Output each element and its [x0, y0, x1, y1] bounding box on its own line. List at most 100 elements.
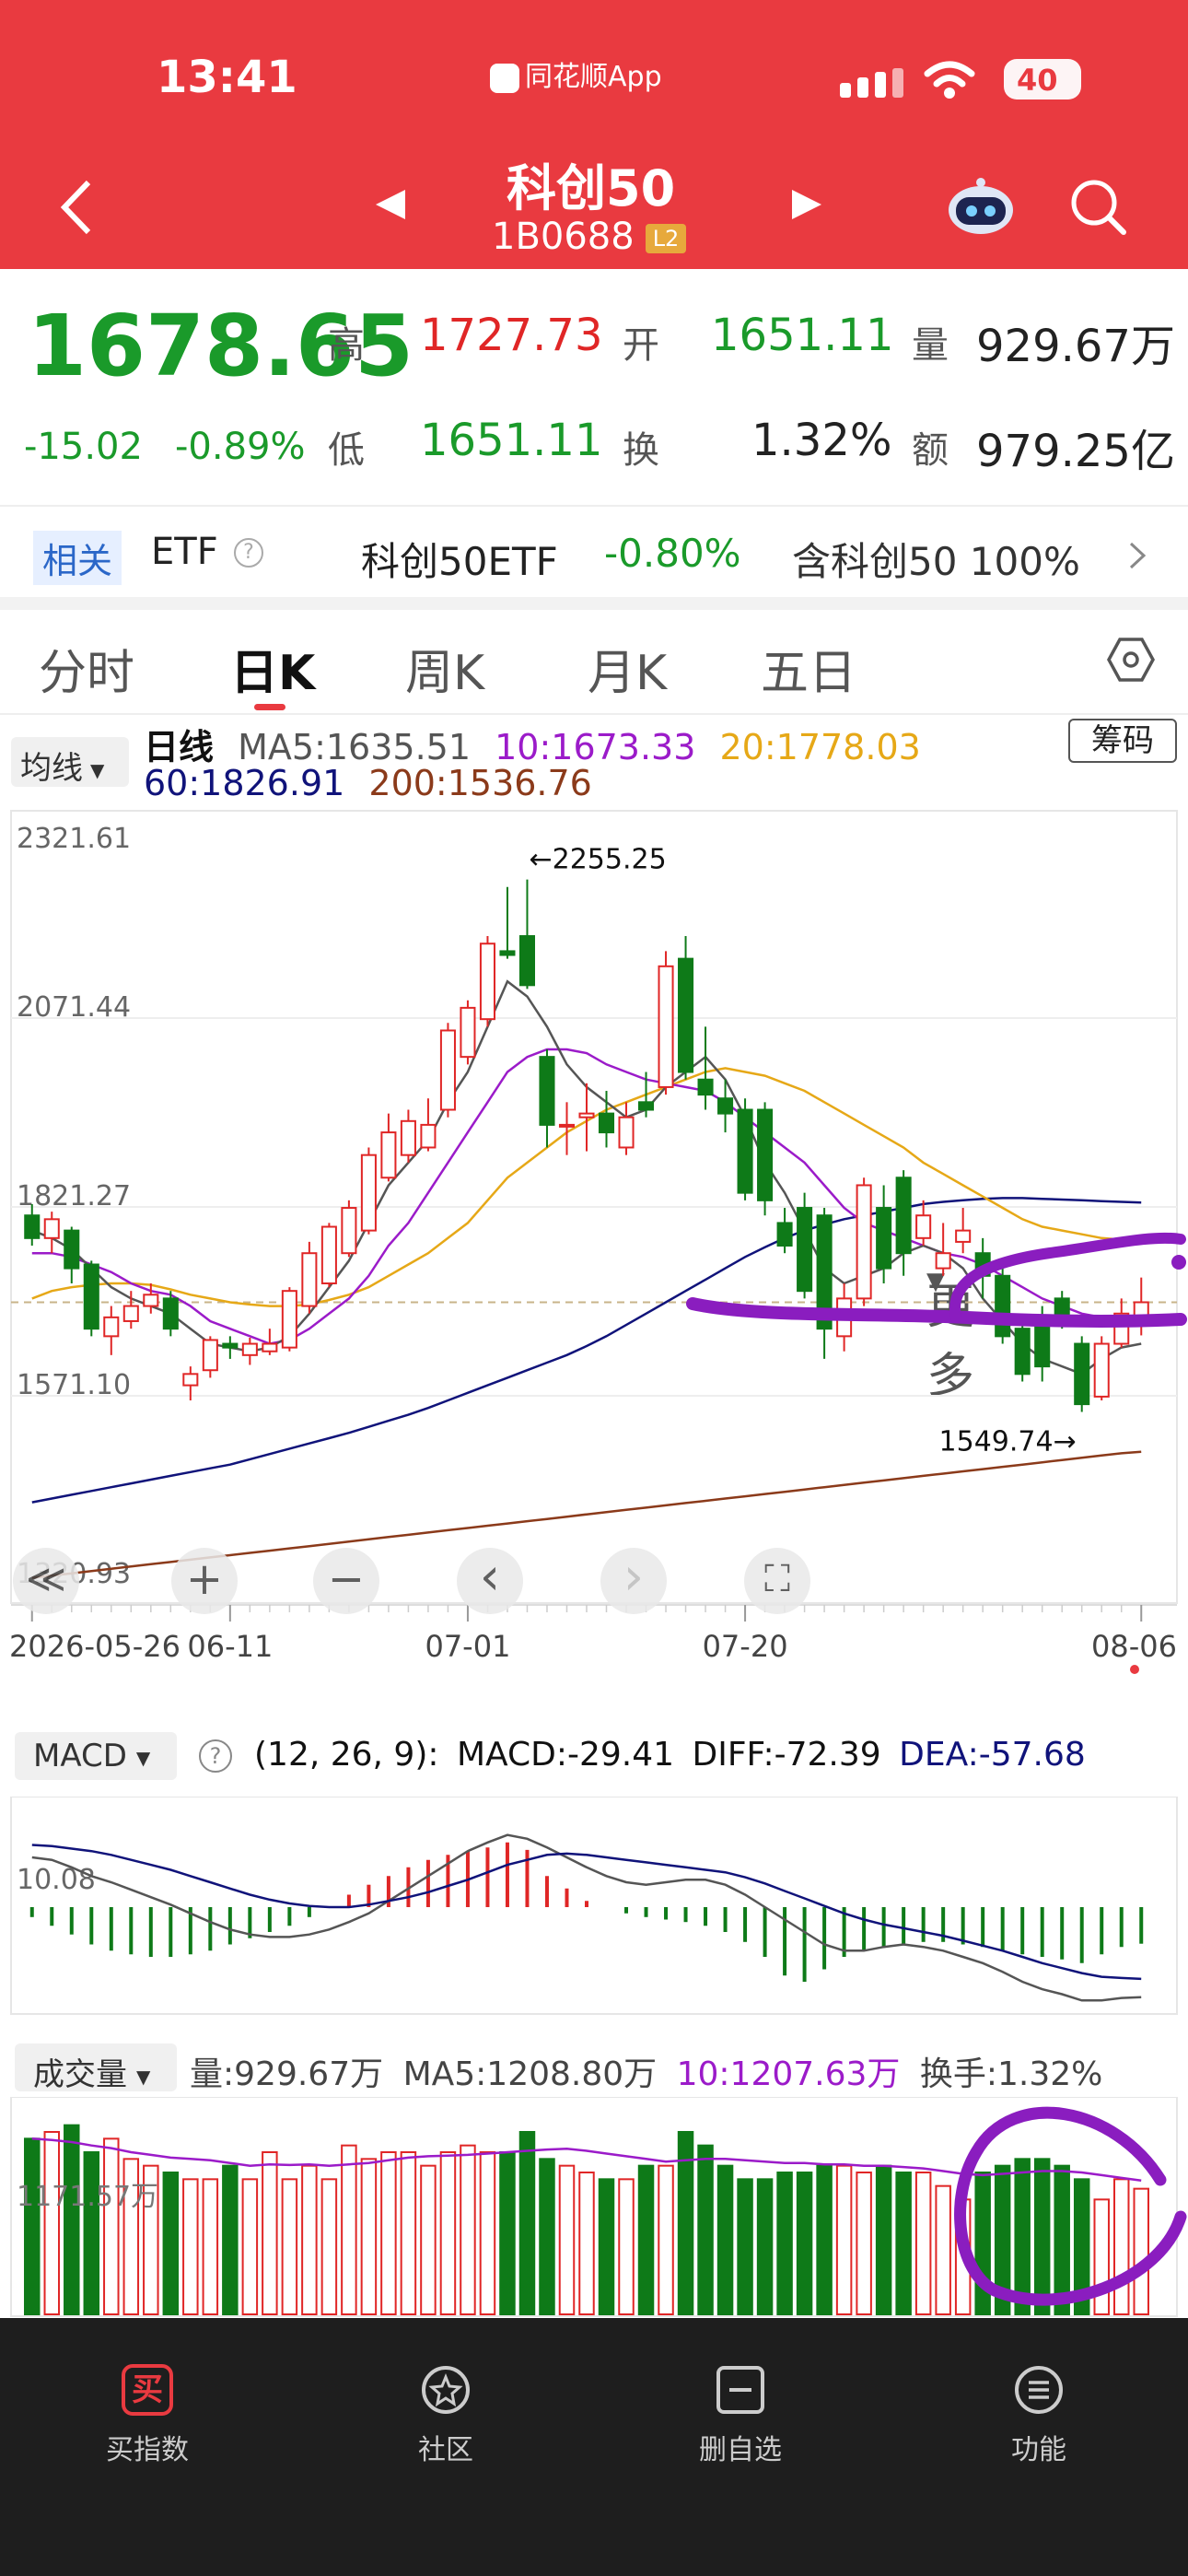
volume-bar — [558, 2164, 576, 2315]
min-price-marker: 1549.74→ — [939, 1426, 1077, 1458]
volume-bar — [222, 2164, 239, 2315]
scroll-left-button[interactable]: ‹ — [457, 1548, 523, 1614]
low-label: 低 — [328, 429, 365, 472]
candle-body — [1014, 1328, 1031, 1376]
macd-help-icon[interactable]: ? — [199, 1739, 232, 1773]
related-tag: 相关 — [33, 531, 122, 585]
volume-bar — [460, 2144, 476, 2315]
volume-bar — [301, 2164, 318, 2315]
bottom-nav-buy-index[interactable]: 买 买指数 — [64, 2364, 230, 2467]
candle-body — [578, 1112, 595, 1118]
tab-monthly-k[interactable]: 月K — [588, 634, 667, 703]
bottom-nav-remove-watchlist[interactable]: 删自选 — [658, 2364, 823, 2467]
search-button[interactable] — [1068, 177, 1129, 241]
candle-body — [737, 1108, 753, 1194]
candle-body — [876, 1207, 892, 1270]
candle-body — [776, 1222, 793, 1247]
candle-body — [678, 957, 694, 1073]
zoom-out-button[interactable]: − — [313, 1548, 379, 1614]
back-button[interactable] — [55, 175, 101, 240]
amount-label: 额 — [912, 429, 949, 472]
volume-bar — [935, 2184, 951, 2315]
volume-bar — [262, 2151, 278, 2315]
ma-legend-line1: 日线 MA5:1635.51 10:1673.33 20:1778.03 — [144, 719, 921, 769]
candle-body — [64, 1229, 80, 1270]
ma-selector[interactable]: 均线 ▼ — [11, 737, 129, 787]
turnover-label: 换 — [623, 429, 659, 472]
chevron-right-icon: › — [623, 1547, 645, 1607]
candle-body — [697, 1078, 714, 1096]
diff-line — [31, 1833, 1142, 2002]
candle-body — [341, 1207, 357, 1255]
volume-bar — [856, 2172, 872, 2315]
annotation-dot — [1171, 1255, 1186, 1270]
x-tick-label: 07-01 — [425, 1629, 510, 1664]
candle-body — [103, 1316, 120, 1338]
candle-body — [400, 1119, 416, 1156]
volume-selector[interactable]: 成交量 ▼ — [15, 2043, 177, 2093]
candle-body — [43, 1218, 60, 1239]
candle-body — [380, 1131, 397, 1179]
zoom-in-button[interactable]: + — [171, 1548, 238, 1614]
volume-bar — [281, 2178, 298, 2316]
volume-bar — [539, 2158, 555, 2316]
buy-icon: 买 — [122, 2364, 173, 2416]
dea-line — [31, 1844, 1142, 1981]
bottom-nav-label: 社区 — [418, 2434, 473, 2466]
max-price-marker: ←2255.25 — [529, 844, 666, 876]
candle-body — [202, 1339, 218, 1372]
next-stock-button[interactable] — [788, 186, 825, 227]
vol-value: 量:929.67万 — [190, 2055, 384, 2093]
volume-bar — [479, 2151, 496, 2315]
chevron-right-icon — [1129, 542, 1147, 569]
candle-body — [222, 1342, 239, 1349]
candle-body — [558, 1123, 576, 1128]
y-tick-label: 1571.10 — [17, 1369, 131, 1401]
bottom-nav-functions[interactable]: 功能 — [956, 2364, 1122, 2467]
volume-bar — [875, 2164, 892, 2315]
volume-value: 929.67万 — [976, 321, 1175, 372]
bottom-nav-community[interactable]: 社区 — [363, 2364, 529, 2467]
y-tick-label: 2071.44 — [17, 991, 131, 1024]
ma-legend-line2: 60:1826.91 200:1536.76 — [144, 763, 592, 803]
collapse-button[interactable]: ≪ — [13, 1548, 79, 1614]
volume-bar — [320, 2178, 338, 2316]
volume-bar — [420, 2164, 437, 2315]
divider — [0, 505, 1188, 507]
fullscreen-button[interactable]: ⛶ — [744, 1548, 810, 1614]
volume-bar — [241, 2178, 259, 2316]
chart-settings-button[interactable] — [1107, 636, 1155, 687]
ma5-value: MA5:1635.51 — [238, 727, 472, 767]
app-logo-icon — [490, 63, 519, 93]
volume-bar — [895, 2172, 912, 2315]
candle-body — [83, 1263, 99, 1330]
minus-icon: − — [327, 1553, 366, 1605]
volume-bar — [64, 2124, 80, 2315]
volume-chart[interactable]: 1171.57万 — [0, 2097, 1188, 2318]
chevron-left-icon: ‹ — [479, 1547, 501, 1607]
prev-stock-button[interactable] — [372, 186, 409, 227]
macd-selector[interactable]: MACD ▼ — [15, 1732, 177, 1780]
macd-params: (12, 26, 9): — [254, 1736, 439, 1774]
volume-bar — [796, 2172, 813, 2315]
tab-weekly-k[interactable]: 周K — [405, 634, 484, 703]
volume-bar — [697, 2144, 714, 2315]
info-icon[interactable]: ? — [234, 538, 263, 568]
macd-chart[interactable]: 10.08 — [0, 1797, 1188, 2018]
etf-row[interactable]: 相关 ETF ? 科创50ETF -0.80% 含科创50 100% — [0, 512, 1188, 595]
scroll-right-button[interactable]: › — [600, 1548, 667, 1614]
x-tick-label: 07-20 — [703, 1629, 788, 1664]
volume-bar — [618, 2178, 635, 2316]
tab-daily-k[interactable]: 日K — [230, 634, 315, 703]
candle-body — [658, 965, 674, 1088]
candle-body — [360, 1153, 377, 1232]
period-label: 日线 — [144, 727, 215, 767]
volume-bar — [737, 2178, 753, 2316]
menu-circle-icon — [1015, 2366, 1063, 2414]
candle-body — [460, 1006, 476, 1059]
robot-assistant-button[interactable] — [947, 177, 1015, 236]
tab-intraday[interactable]: 分时 — [39, 634, 134, 703]
tab-five-day[interactable]: 五日 — [761, 634, 856, 703]
dea-value: DEA:-57.68 — [899, 1736, 1086, 1774]
chip-button[interactable]: 筹码 — [1068, 719, 1177, 763]
